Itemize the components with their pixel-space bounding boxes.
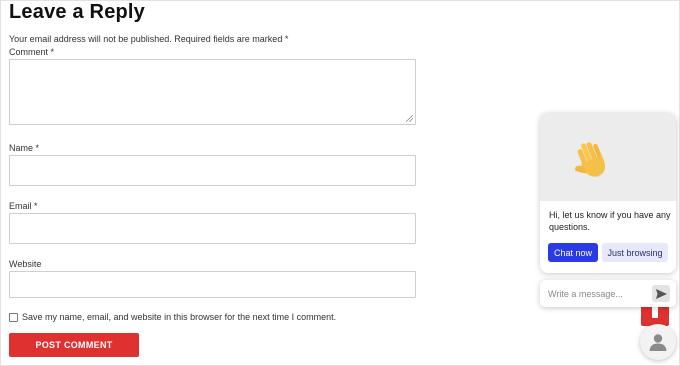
send-icon	[655, 288, 667, 299]
email-label: Email *	[9, 201, 38, 211]
chat-message: Hi, let us know if you have any question…	[549, 210, 671, 232]
waving-hand-icon	[575, 142, 605, 177]
chat-message-input[interactable]: Write a message...	[540, 280, 676, 307]
name-field[interactable]	[9, 155, 416, 186]
arrow-up-icon	[652, 306, 658, 318]
save-info-checkbox[interactable]	[9, 312, 18, 322]
chat-now-button[interactable]: Chat now	[548, 243, 598, 262]
post-comment-button[interactable]: POST COMMENT	[9, 333, 139, 357]
required-fields-note: Your email address will not be published…	[9, 34, 289, 44]
chat-header	[540, 113, 676, 201]
website-label: Website	[9, 259, 42, 269]
email-field[interactable]	[9, 213, 416, 244]
resize-handle-icon[interactable]	[406, 115, 413, 122]
chat-widget: Hi, let us know if you have any question…	[540, 113, 676, 273]
chat-avatar-button[interactable]	[640, 324, 676, 360]
page-title: Leave a Reply	[9, 1, 146, 23]
save-info-label: Save my name, email, and website in this…	[22, 312, 337, 322]
website-field[interactable]	[9, 271, 416, 298]
user-avatar-icon	[649, 334, 667, 351]
save-info-row: Save my name, email, and website in this…	[9, 312, 336, 322]
send-button[interactable]	[652, 285, 670, 302]
comment-label: Comment *	[9, 47, 55, 57]
name-label: Name *	[9, 143, 40, 153]
chat-input-placeholder: Write a message...	[548, 289, 623, 299]
comment-textarea[interactable]	[9, 59, 416, 125]
just-browsing-button[interactable]: Just browsing	[602, 243, 668, 262]
